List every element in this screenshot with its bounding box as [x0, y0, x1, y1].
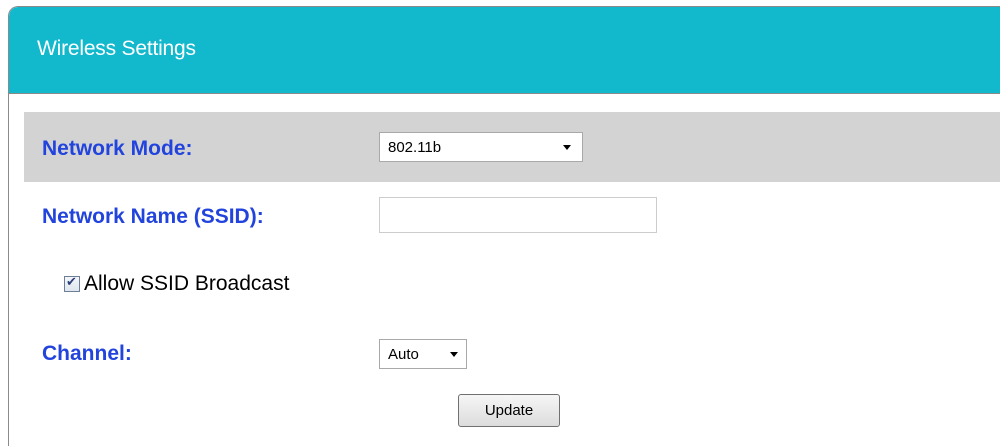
- allow-ssid-broadcast-checkbox[interactable]: ✔: [64, 275, 80, 292]
- network-mode-select[interactable]: 802.11b: [379, 132, 583, 162]
- network-mode-label: Network Mode:: [42, 137, 193, 160]
- panel-title: Wireless Settings: [37, 37, 196, 60]
- checkmark-icon: ✔: [66, 275, 77, 290]
- wireless-settings-panel: Wireless Settings Network Mode: 802.11b …: [8, 6, 1000, 446]
- ssid-input[interactable]: [379, 197, 657, 233]
- chevron-down-icon: [450, 352, 458, 357]
- panel-header: Wireless Settings: [9, 7, 1000, 94]
- ssid-label: Network Name (SSID):: [42, 205, 264, 228]
- allow-ssid-broadcast-option[interactable]: ✔ Allow SSID Broadcast: [64, 272, 289, 296]
- channel-label: Channel:: [42, 342, 132, 365]
- update-button[interactable]: Update: [458, 394, 560, 427]
- channel-selected-value: Auto: [388, 346, 419, 363]
- network-mode-selected-value: 802.11b: [388, 139, 442, 156]
- allow-ssid-broadcast-label: Allow SSID Broadcast: [84, 272, 290, 295]
- chevron-down-icon: [563, 145, 571, 150]
- channel-select[interactable]: Auto: [379, 339, 467, 369]
